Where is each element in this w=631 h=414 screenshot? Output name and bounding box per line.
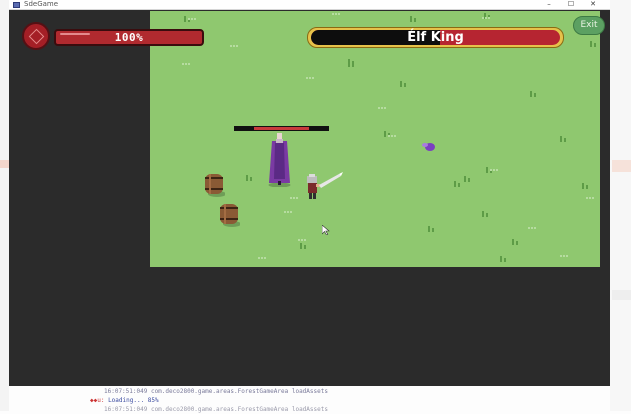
grass-speck bbox=[298, 239, 306, 244]
grass-tuft bbox=[452, 181, 462, 187]
grass-tuft bbox=[528, 91, 538, 97]
grass-tuft bbox=[346, 59, 356, 65]
boss-overhead-health-bar bbox=[234, 126, 329, 131]
barrel-sprite bbox=[205, 174, 225, 197]
grass-speck bbox=[230, 45, 238, 50]
console-line: 16:07:51:049 com.deco2800.game.areas.For… bbox=[104, 406, 328, 413]
grass-tuft bbox=[510, 239, 520, 245]
grass-tuft bbox=[580, 183, 590, 189]
grass-speck bbox=[188, 18, 196, 23]
console-line-text: Loading... 85% bbox=[108, 397, 159, 404]
grass-tuft bbox=[408, 16, 418, 22]
app-icon bbox=[13, 1, 20, 8]
grass-tuft bbox=[426, 226, 436, 232]
game-viewport[interactable] bbox=[150, 11, 600, 267]
console-output: 16:07:51:049 com.deco2800.game.areas.For… bbox=[80, 386, 610, 413]
grass-speck bbox=[586, 197, 594, 202]
exit-button[interactable]: Exit bbox=[573, 16, 605, 35]
grass-tuft bbox=[244, 175, 254, 181]
boss-name: Élf King bbox=[407, 30, 464, 45]
grass-tuft bbox=[462, 176, 472, 182]
health-icon bbox=[22, 22, 50, 50]
background-ide-right-edge bbox=[610, 0, 631, 411]
grass-tuft bbox=[480, 211, 490, 217]
elf-king-sprite bbox=[268, 133, 291, 187]
player-health-text: 100% bbox=[114, 31, 144, 44]
grass-speck bbox=[482, 17, 490, 22]
grass-speck bbox=[490, 169, 498, 174]
window-titlebar[interactable]: SdeGame – ☐ ✕ bbox=[9, 0, 610, 10]
player-knight-sprite bbox=[307, 172, 343, 199]
grass-tuft bbox=[558, 136, 568, 142]
grass-speck bbox=[560, 255, 568, 260]
player-health-bar: 100% bbox=[54, 29, 204, 46]
window-controls: – ☐ ✕ bbox=[538, 0, 604, 9]
magic-projectile bbox=[422, 143, 435, 151]
background-ide-marker bbox=[612, 160, 631, 172]
grass-speck bbox=[378, 107, 386, 112]
grass-speck bbox=[284, 211, 292, 216]
grass-speck bbox=[182, 63, 190, 68]
background-ide-marker bbox=[0, 160, 9, 168]
grass-tuft bbox=[588, 41, 598, 47]
console-line: ◆◆u: Loading... 85% bbox=[90, 397, 159, 405]
boss-overhead-health-fill bbox=[254, 127, 309, 130]
console-line: 16:07:51:049 com.deco2800.game.areas.For… bbox=[104, 388, 328, 395]
console-line-prefix: ◆◆u: bbox=[90, 397, 109, 404]
grass-speck bbox=[306, 77, 314, 82]
mouse-cursor bbox=[322, 225, 330, 235]
minimize-button[interactable]: – bbox=[538, 0, 560, 9]
grass-speck bbox=[258, 257, 266, 262]
maximize-button[interactable]: ☐ bbox=[560, 0, 582, 9]
boss-health-bar: Élf King bbox=[307, 27, 564, 48]
barrel-sprite bbox=[220, 204, 240, 227]
grass-speck bbox=[388, 135, 396, 140]
grass-tuft bbox=[398, 81, 408, 87]
close-button[interactable]: ✕ bbox=[582, 0, 604, 9]
window-title: SdeGame bbox=[24, 0, 59, 8]
grass-speck bbox=[332, 13, 340, 18]
background-ide-left-edge bbox=[0, 0, 9, 411]
background-ide-marker bbox=[612, 290, 631, 300]
grass-speck bbox=[290, 197, 298, 202]
health-bar-shine bbox=[60, 33, 90, 35]
grass-tuft bbox=[498, 256, 508, 262]
grass-speck bbox=[528, 227, 536, 232]
